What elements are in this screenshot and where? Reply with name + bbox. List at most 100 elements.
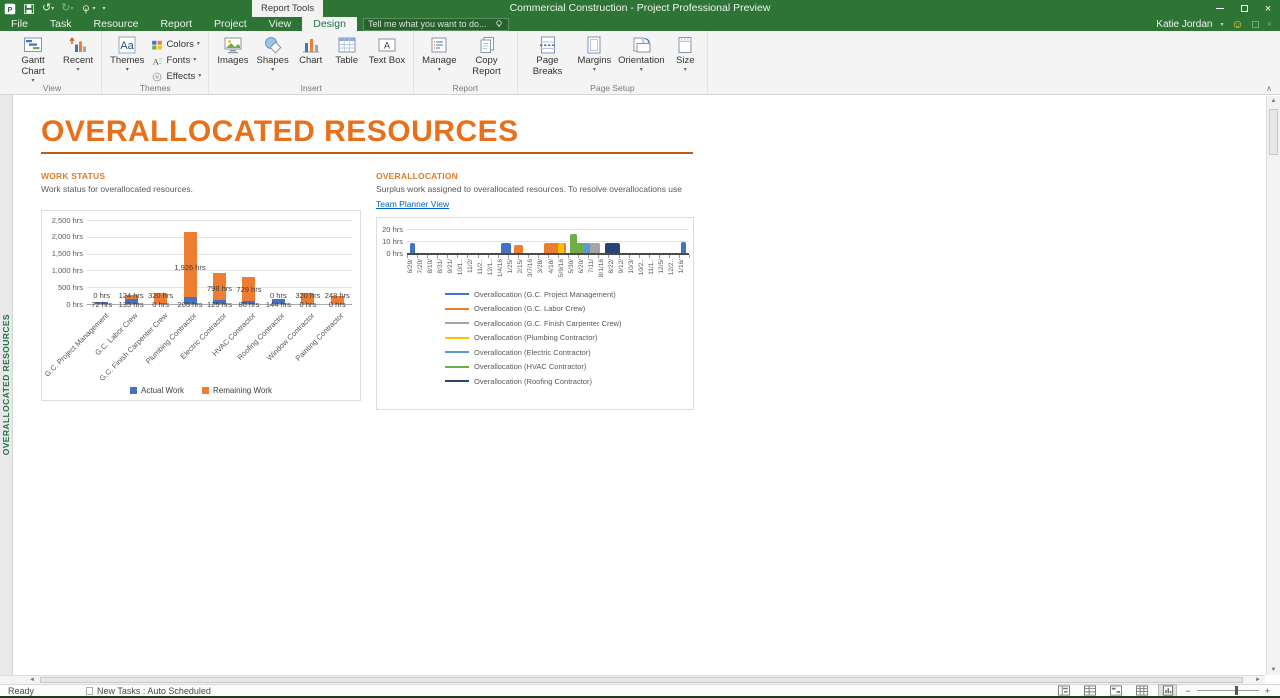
tab-project[interactable]: Project: [203, 17, 258, 31]
axis-tick-mark: [689, 255, 690, 258]
manage-button[interactable]: Manage▾: [419, 34, 459, 75]
axis-tick-mark: [518, 255, 519, 258]
dropdown-caret-icon: ▾: [271, 67, 274, 74]
ribbon: Gantt Chart▾Recent▾ViewAaThemes▾Colors▾A…: [0, 31, 1280, 95]
scroll-down-icon[interactable]: ▼: [1267, 667, 1280, 673]
tab-design[interactable]: Design: [302, 17, 357, 31]
chart-legend: Overallocation (G.C. Project Management)…: [445, 289, 622, 386]
axis-tick-mark: [578, 255, 579, 258]
zoom-slider[interactable]: [1197, 685, 1259, 696]
horizontal-scroll-thumb[interactable]: [40, 677, 1243, 683]
app-icon[interactable]: P: [4, 2, 16, 16]
fonts-icon: A: [151, 55, 163, 67]
work-status-chart[interactable]: 0 hrs500 hrs1,000 hrs1,500 hrs2,000 hrs2…: [41, 210, 361, 401]
close-icon[interactable]: ×: [1256, 0, 1280, 17]
dropdown-caret-icon: ▾: [438, 67, 441, 74]
tab-view[interactable]: View: [258, 17, 303, 31]
redo-icon[interactable]: ↻▾: [61, 2, 73, 16]
ribbon-group-page-setup: Page BreaksMargins▾Orientation▾Size▾Page…: [518, 31, 709, 94]
contextual-tab-group-label: Report Tools: [252, 0, 323, 17]
tab-resource[interactable]: Resource: [83, 17, 150, 31]
customize-qat-icon[interactable]: ▾: [102, 2, 105, 16]
save-icon[interactable]: [23, 2, 35, 16]
themes-button[interactable]: AaThemes▾: [107, 34, 147, 75]
zoom-out-icon[interactable]: −: [1185, 686, 1190, 696]
tab-task[interactable]: Task: [39, 17, 83, 31]
user-name[interactable]: Katie Jordan: [1156, 19, 1212, 30]
data-label-actual-work: 0 hrs: [307, 300, 367, 309]
gridline: [87, 237, 352, 238]
x-axis-tick-label: 5/30/: [569, 259, 576, 273]
ribbon-group-insert: ImagesShapes▾ChartTableAText BoxInsert: [209, 31, 414, 94]
colors-button[interactable]: Colors▾: [149, 37, 203, 52]
project-app-window: P ↺▾ ↻▾ ▾ ▾ Commercial Construction - Pr…: [0, 0, 1280, 698]
x-axis-tick-label: 12/1..: [488, 259, 495, 275]
x-axis-tick-label: 5/9/16: [559, 259, 566, 277]
shapes-button[interactable]: Shapes▾: [253, 34, 291, 75]
margins-button[interactable]: Margins▾: [575, 34, 615, 75]
page-breaks-button[interactable]: Page Breaks: [523, 34, 573, 79]
axis-tick-mark: [588, 255, 589, 258]
tell-me-box[interactable]: Tell me what you want to do...: [363, 18, 509, 31]
size-button[interactable]: Size▾: [668, 34, 702, 75]
dropdown-caret-icon: ▾: [684, 67, 687, 74]
table-button[interactable]: Table: [330, 34, 364, 68]
text-box-icon: A: [377, 35, 397, 55]
collapse-ribbon-icon[interactable]: ∧: [1266, 84, 1272, 93]
images-button[interactable]: Images: [214, 34, 251, 68]
overallocation-spike: [558, 243, 564, 253]
gridline: [407, 229, 689, 230]
zoom-slider-thumb[interactable]: [1235, 686, 1238, 695]
dropdown-caret-icon: ▾: [593, 67, 596, 74]
zoom-in-icon[interactable]: +: [1265, 686, 1270, 696]
horizontal-scrollbar[interactable]: ◄ ►: [0, 675, 1265, 684]
axis-tick-mark: [417, 255, 418, 258]
report-side-strip[interactable]: OVERALLOCATED RESOURCES: [0, 95, 13, 675]
undo-icon[interactable]: ↺▾: [42, 2, 54, 16]
scroll-up-icon[interactable]: ▲: [1267, 98, 1280, 104]
x-axis-tick-label: 3/28/: [538, 259, 545, 273]
recent-button[interactable]: Recent▾: [60, 34, 96, 75]
title-bar: P ↺▾ ↻▾ ▾ ▾ Commercial Construction - Pr…: [0, 0, 1280, 17]
vertical-scroll-thumb[interactable]: [1269, 109, 1278, 155]
view-resource-sheet-icon[interactable]: [1133, 685, 1150, 696]
axis-tick-mark: [457, 255, 458, 258]
lightbulb-icon: [494, 19, 504, 29]
tab-file[interactable]: File: [0, 17, 39, 31]
legend-line-swatch: [445, 351, 469, 353]
legend-item: Overallocation (G.C. Project Management): [445, 289, 622, 299]
overallocation-chart[interactable]: 0 hrs10 hrs20 hrs6/29/7/20/8/10/8/31/9/2…: [376, 217, 694, 410]
new-tasks-label[interactable]: New Tasks : Auto Scheduled: [97, 686, 211, 696]
copy-report-button[interactable]: Copy Report: [462, 34, 512, 79]
gantt-chart-button[interactable]: Gantt Chart▾: [8, 34, 58, 86]
orientation-button[interactable]: Orientation▾: [616, 34, 666, 75]
y-axis-tick-label: 2,000 hrs: [42, 232, 83, 241]
effects-button[interactable]: Effects▾: [149, 69, 203, 84]
chart-button[interactable]: Chart: [294, 34, 328, 68]
view-shortcuts: − +: [1055, 685, 1280, 696]
touch-mode-icon[interactable]: ▾: [80, 2, 95, 16]
restore-icon[interactable]: [1232, 0, 1256, 17]
dropdown-caret-icon: ▾: [640, 67, 643, 74]
legend-line-swatch: [445, 337, 469, 339]
overallocation-spike: [681, 242, 686, 253]
text-box-button[interactable]: AText Box: [366, 34, 408, 68]
status-bar: Ready New Tasks : Auto Scheduled − +: [0, 684, 1280, 696]
colors-icon: [151, 39, 163, 51]
x-axis-tick-label: 10/3/: [629, 259, 636, 273]
tab-report[interactable]: Report: [149, 17, 203, 31]
view-team-planner-icon[interactable]: [1107, 685, 1124, 696]
team-planner-view-link[interactable]: Team Planner View: [376, 199, 449, 209]
minimize-icon[interactable]: [1208, 0, 1232, 17]
x-axis-tick-label: 6/20/: [579, 259, 586, 273]
view-report-icon[interactable]: [1159, 685, 1176, 696]
x-axis-tick-label: 7/11/: [589, 259, 596, 273]
vertical-scrollbar[interactable]: ▲ ▼: [1266, 96, 1280, 675]
view-task-usage-icon[interactable]: [1081, 685, 1098, 696]
gridline: [407, 241, 689, 242]
fonts-button[interactable]: AFonts▾: [149, 53, 203, 68]
overallocation-spike: [605, 243, 620, 253]
feedback-smiley-icon[interactable]: ☺: [1231, 18, 1243, 30]
view-gantt-chart-icon[interactable]: [1055, 685, 1072, 696]
axis-tick-mark: [427, 255, 428, 258]
